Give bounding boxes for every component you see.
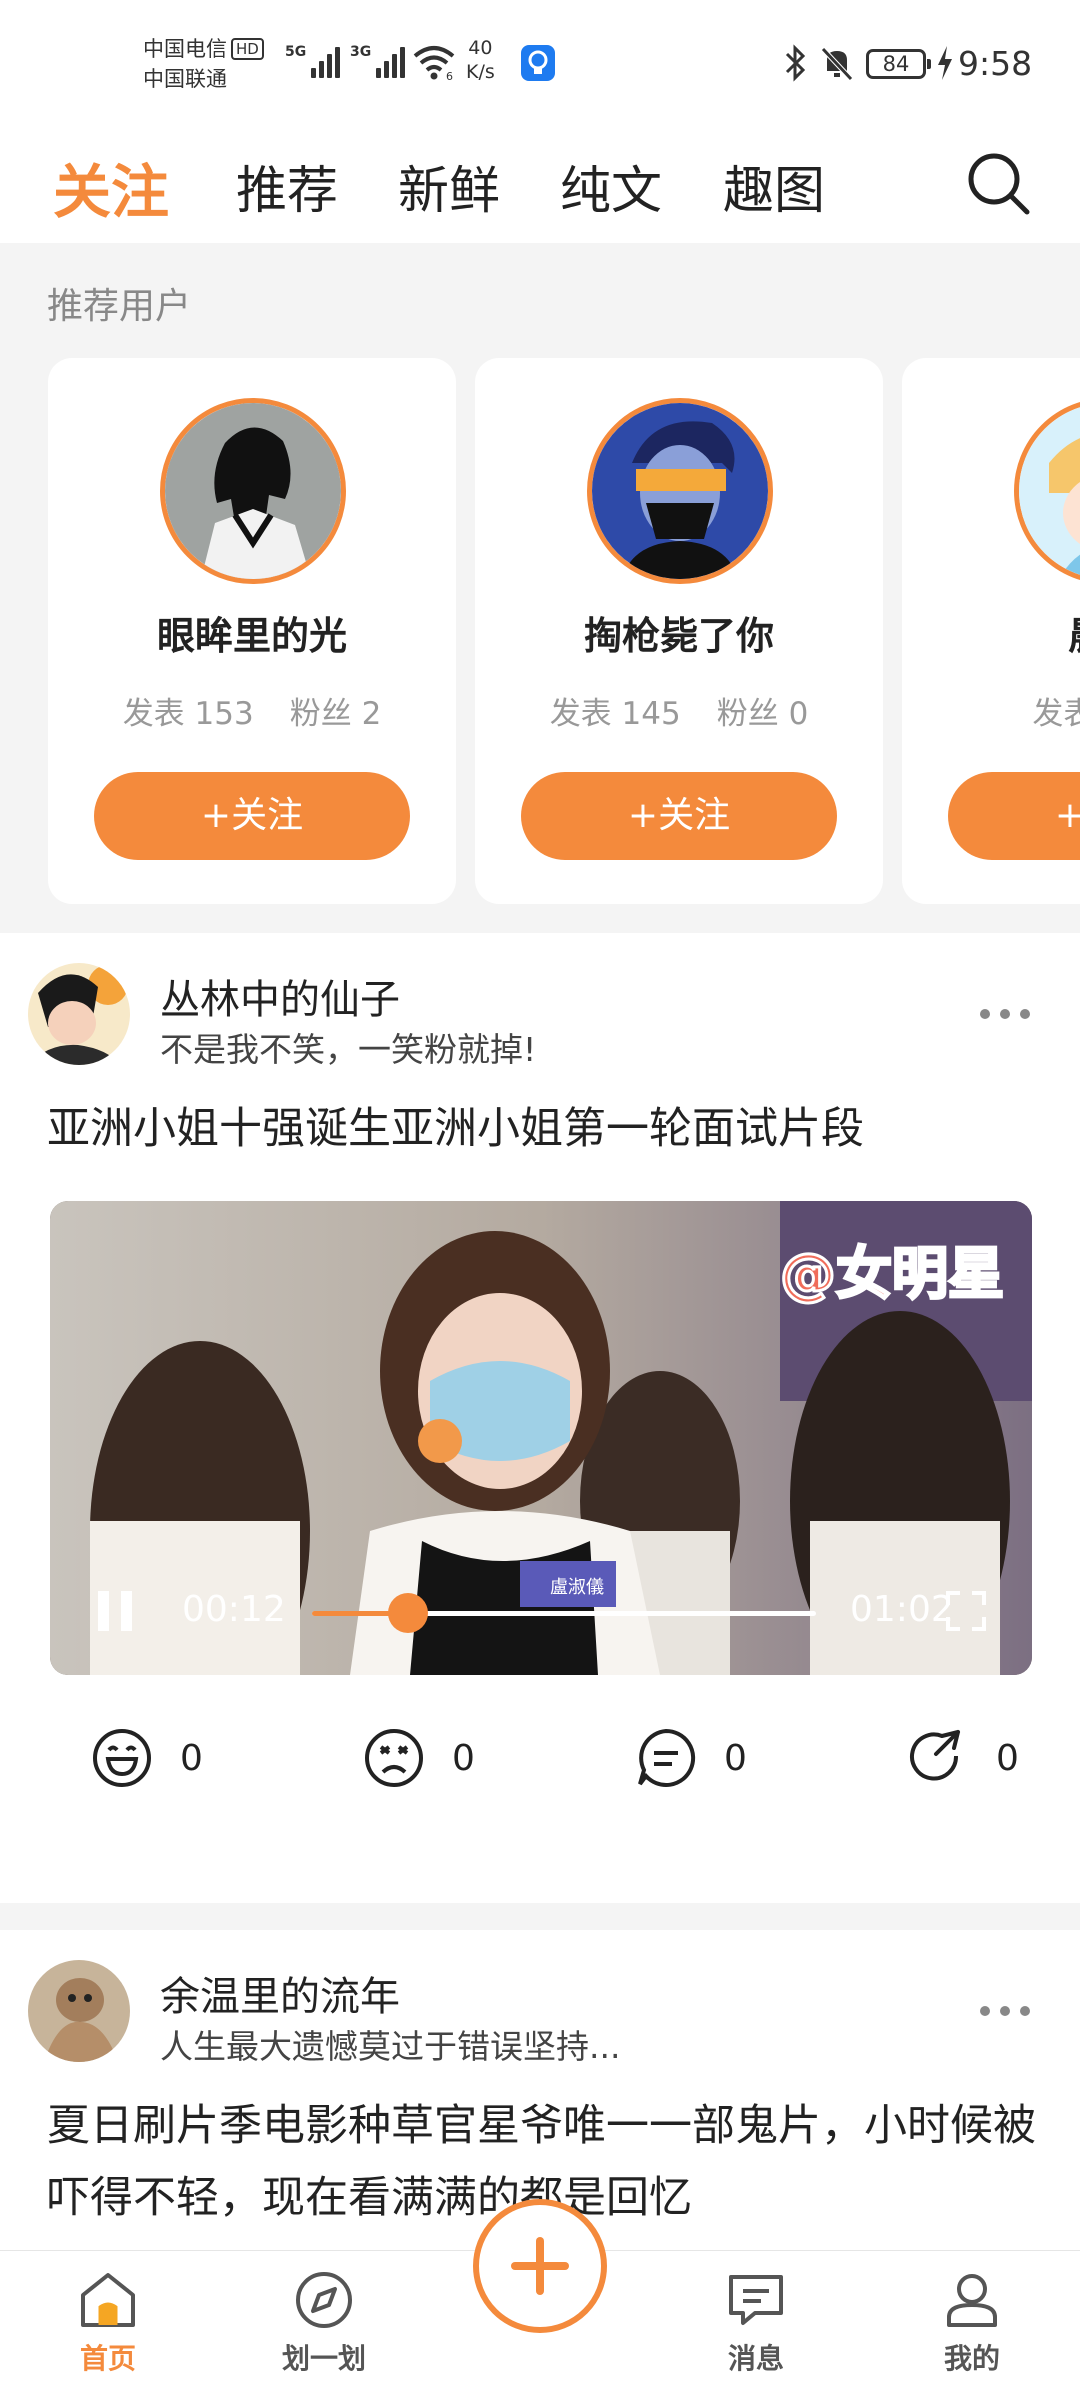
pause-icon[interactable] xyxy=(98,1591,134,1631)
comment-icon xyxy=(638,1728,696,1787)
angry-face-icon xyxy=(365,1729,423,1787)
share-icon xyxy=(910,1730,960,1781)
comment-action[interactable]: 0 xyxy=(634,1723,747,1793)
signal-5g-icon: 5G xyxy=(285,44,341,78)
video-player[interactable]: 盧淑儀 @女明星 00:12 01:02 xyxy=(50,1201,1032,1675)
compass-icon xyxy=(296,2272,352,2328)
video-controls: 00:12 01:02 xyxy=(50,1201,1032,1675)
follow-button[interactable]: +关注 xyxy=(94,772,410,860)
status-bar: 中国电信 HD 中国联通 5G 3G 6 40 K/s 84 9:58 xyxy=(0,0,1080,125)
follow-button[interactable]: +关注 xyxy=(948,772,1080,860)
user-stats: 发表 14 xyxy=(1032,696,1080,732)
bottom-nav-bar: 首页 划一划 消息 我的 xyxy=(0,2199,1080,2400)
signal-3g-icon: 3G xyxy=(350,44,406,78)
bluetooth-icon xyxy=(785,44,806,82)
fullscreen-icon[interactable] xyxy=(946,1591,986,1631)
user-card[interactable]: 眼眸里的光 发表 153 粉丝 2 +关注 xyxy=(48,358,456,904)
plus-icon xyxy=(511,2237,569,2295)
user-name: 眼眸里的光 xyxy=(156,614,347,658)
comment-count: 0 xyxy=(724,1737,747,1779)
home-icon xyxy=(81,2273,135,2327)
svg-text:6: 6 xyxy=(446,70,453,82)
bell-muted-icon xyxy=(821,47,853,81)
network-speed: 40 K/s xyxy=(466,37,495,83)
clock: 9:58 xyxy=(958,44,1033,83)
share-action[interactable]: 0 xyxy=(906,1723,1019,1793)
message-icon xyxy=(729,2275,783,2325)
user-card[interactable]: 掏枪毙了你 发表 145 粉丝 0 +关注 xyxy=(475,358,883,904)
post-action-bar: 0 0 0 0 xyxy=(0,1693,1080,1823)
video-duration: 01:02 xyxy=(850,1589,954,1630)
user-stats: 发表 145 粉丝 0 xyxy=(549,696,809,732)
recommended-users-section: 推荐用户 眼眸里的光 发表 153 粉丝 2 +关注 掏枪毙了你 发表 145 … xyxy=(0,243,1080,933)
post-title[interactable]: 亚洲小姐十强诞生亚洲小姐第一轮面试片段 xyxy=(47,1093,1037,1165)
tab-text[interactable]: 纯文 xyxy=(560,149,662,223)
carrier-info: 中国电信 HD 中国联通 xyxy=(143,34,264,94)
avatar[interactable] xyxy=(160,398,346,584)
publish-button[interactable] xyxy=(473,2199,607,2333)
wifi-icon: 6 xyxy=(413,46,455,82)
post-user-signature: 不是我不笑，一笑粉就掉! xyxy=(160,1030,537,1069)
avatar[interactable] xyxy=(28,1960,130,2062)
nav-messages[interactable]: 消息 xyxy=(686,2261,826,2391)
tab-following[interactable]: 关注 xyxy=(53,145,169,229)
share-count: 0 xyxy=(996,1737,1019,1779)
laugh-icon xyxy=(93,1729,151,1787)
battery-indicator: 84 xyxy=(866,49,931,79)
profile-icon xyxy=(947,2274,997,2327)
tab-recommended[interactable]: 推荐 xyxy=(236,149,338,223)
post-username[interactable]: 丛林中的仙子 xyxy=(160,967,400,1025)
video-scrubber-handle[interactable] xyxy=(387,1593,428,1633)
nav-profile[interactable]: 我的 xyxy=(902,2261,1042,2391)
post-username[interactable]: 余温里的流年 xyxy=(160,1964,400,2022)
feed-post[interactable]: 丛林中的仙子 不是我不笑，一笑粉就掉! 亚洲小姐十强诞生亚洲小姐第一轮面试片段 xyxy=(0,933,1080,1903)
avatar[interactable] xyxy=(587,398,773,584)
video-current-time: 00:12 xyxy=(182,1589,286,1630)
lightbulb-icon xyxy=(521,45,555,81)
section-title: 推荐用户 xyxy=(47,286,192,327)
like-count: 0 xyxy=(180,1737,203,1779)
user-name: 掏枪毙了你 xyxy=(583,614,774,658)
post-user-signature: 人生最大遗憾莫过于错误坚持... xyxy=(160,2027,621,2066)
user-stats: 发表 153 粉丝 2 xyxy=(122,696,382,732)
avatar[interactable] xyxy=(1014,398,1080,584)
charging-icon xyxy=(938,46,952,80)
more-options-icon[interactable] xyxy=(980,1007,1030,1021)
user-card[interactable]: 晨曦 发表 14 +关注 xyxy=(902,358,1080,904)
avatar[interactable] xyxy=(28,963,130,1065)
tab-funny-pics[interactable]: 趣图 xyxy=(723,149,825,223)
video-progress-bar[interactable] xyxy=(312,1593,816,1633)
more-options-icon[interactable] xyxy=(980,2004,1030,2018)
hd-badge: HD xyxy=(231,38,264,60)
nav-swipe[interactable]: 划一划 xyxy=(254,2261,394,2391)
search-icon[interactable] xyxy=(966,151,1032,217)
tab-fresh[interactable]: 新鲜 xyxy=(398,149,500,223)
carrier-2: 中国联通 xyxy=(143,67,227,91)
like-action[interactable]: 0 xyxy=(90,1723,203,1793)
top-tab-bar: 关注 推荐 新鲜 纯文 趣图 xyxy=(0,125,1080,243)
dislike-action[interactable]: 0 xyxy=(362,1723,475,1793)
follow-button[interactable]: +关注 xyxy=(521,772,837,860)
dislike-count: 0 xyxy=(452,1737,475,1779)
carrier-1: 中国电信 xyxy=(143,37,227,61)
nav-home[interactable]: 首页 xyxy=(38,2261,178,2391)
user-name: 晨曦 xyxy=(902,605,1080,660)
